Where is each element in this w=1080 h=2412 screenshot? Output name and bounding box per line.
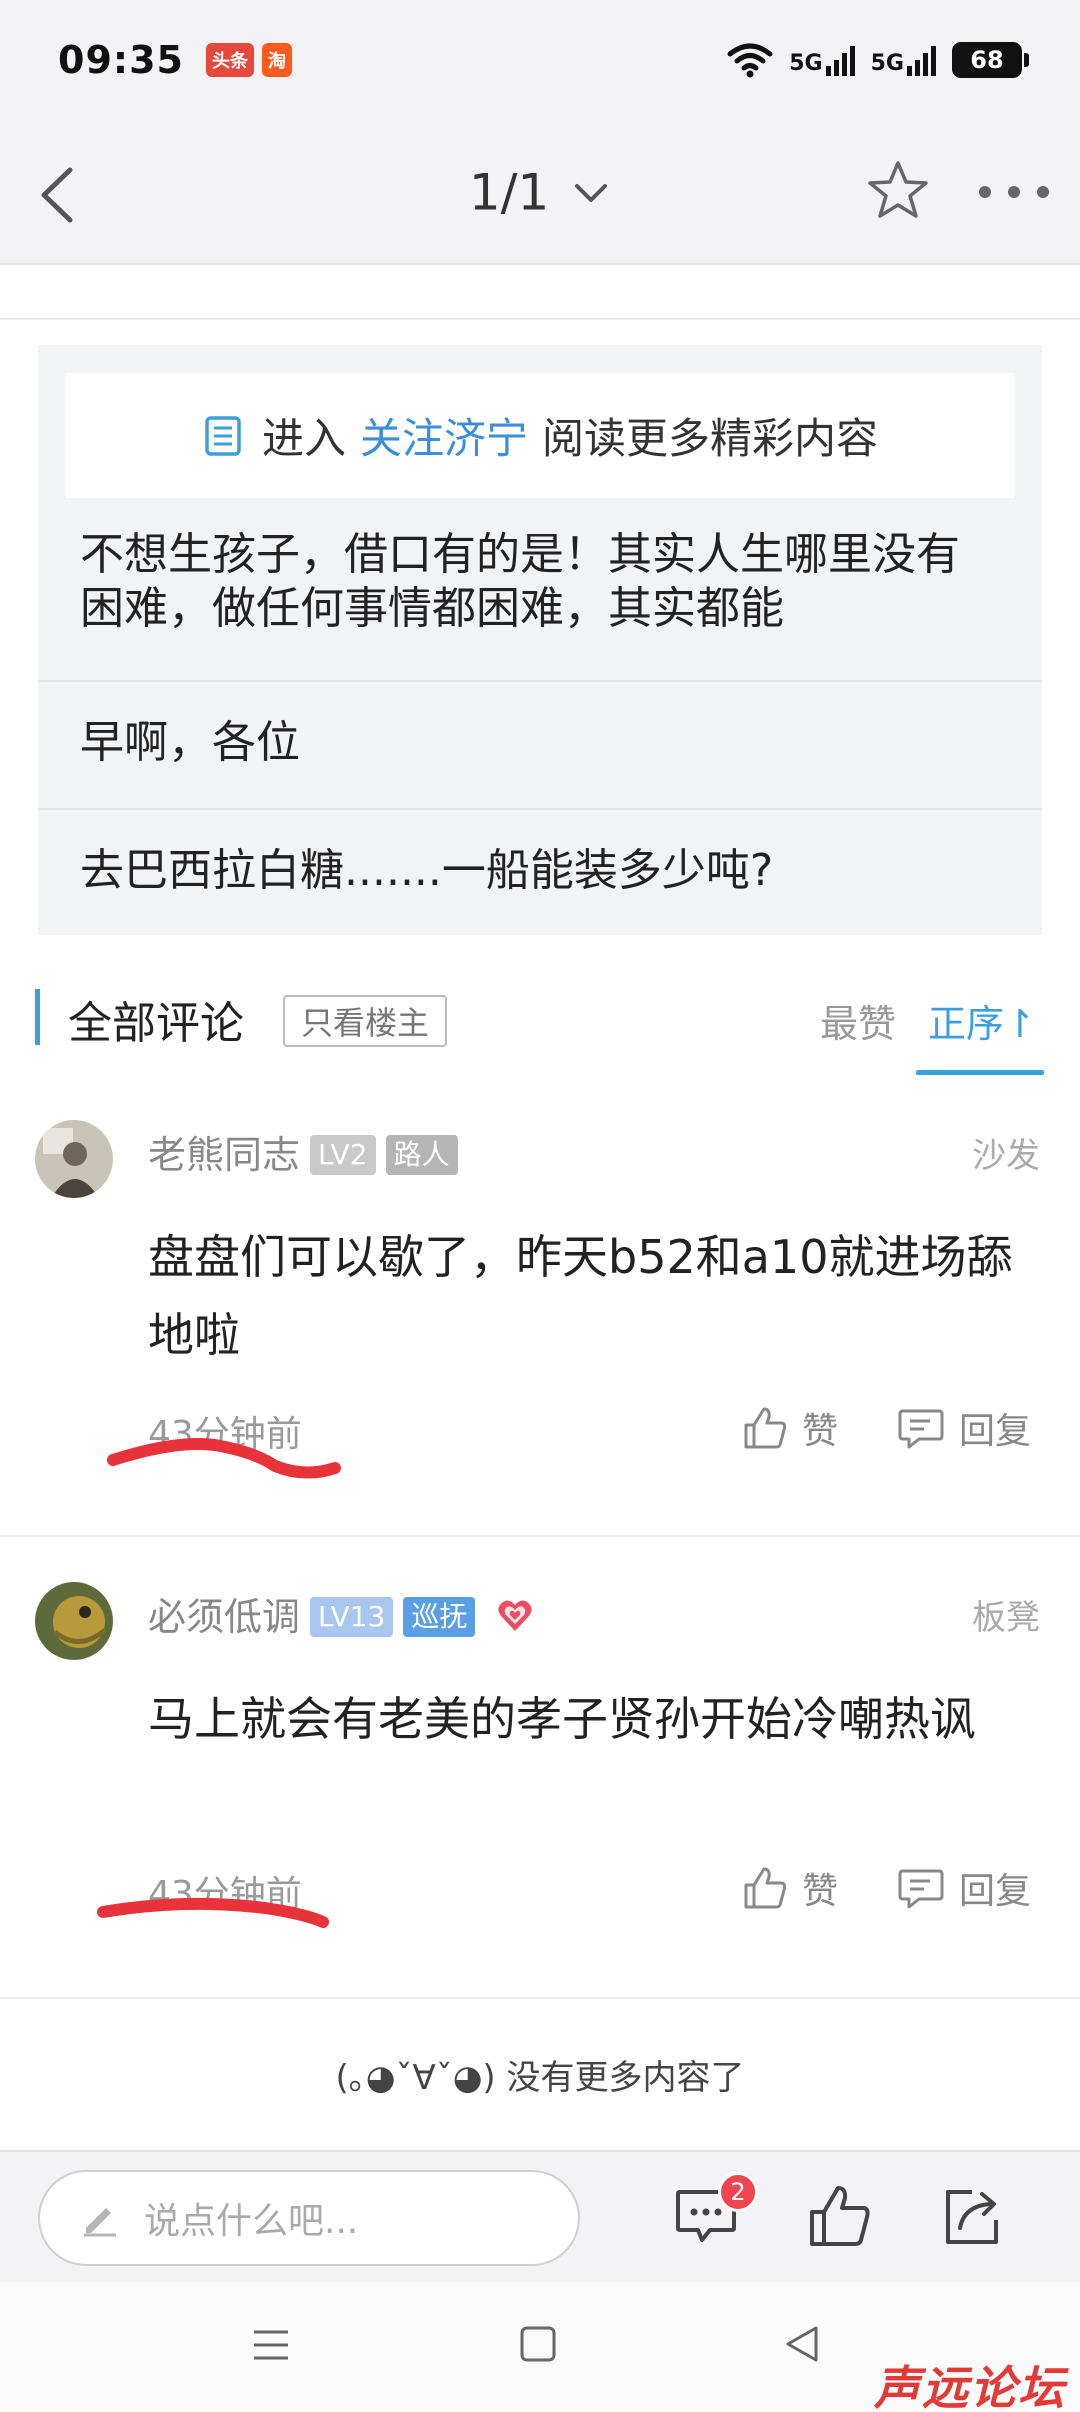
role-badge: 路人 <box>385 1135 458 1175</box>
forum-watermark: 声远论坛 <box>874 2361 1066 2412</box>
avatar[interactable] <box>35 1582 113 1660</box>
signal-2-label: 5G <box>870 51 904 76</box>
comments-title: 全部评论 <box>68 998 244 1049</box>
comments-header: 全部评论 只看楼主 最赞 正序↾ <box>0 975 1080 1075</box>
like-button[interactable]: 赞 <box>742 1402 838 1454</box>
more-dots-icon[interactable] <box>975 180 1053 204</box>
reply-icon <box>898 1869 944 1909</box>
role-badge: 巡抚 <box>403 1597 476 1637</box>
status-indicators: 5G 5G 68 <box>727 42 1029 78</box>
promo-forum-link[interactable]: 关注济宁 <box>360 405 528 466</box>
thumbs-up-icon <box>744 1867 787 1909</box>
status-time: 09:35 <box>58 38 184 82</box>
page-indicator: 1/1 <box>468 163 550 222</box>
comment-divider <box>0 1535 1080 1537</box>
reply-icon <box>898 1409 944 1449</box>
back-icon[interactable] <box>782 2324 822 2364</box>
end-of-list-message: (｡◕ˇ∀ˇ◕) 没有更多内容了 <box>335 2058 745 2098</box>
related-post-item[interactable]: 早啊，各位 <box>38 680 1042 808</box>
promo-banner[interactable]: 进入 关注济宁 阅读更多精彩内容 <box>65 373 1015 498</box>
like-label: 赞 <box>802 1411 839 1452</box>
comment-author[interactable]: 老熊同志 LV2 路人 <box>148 1124 458 1179</box>
document-icon <box>205 415 241 456</box>
promo-prefix: 进入 <box>261 414 346 463</box>
comment-divider <box>0 1997 1080 1999</box>
author-name[interactable]: 必须低调 <box>148 1595 300 1639</box>
top-nav-bar: 1/1 <box>0 120 1080 265</box>
op-only-button[interactable]: 只看楼主 <box>283 995 448 1047</box>
related-post-item[interactable]: 不想生孩子，借口有的是！其实人生哪里没有困难，做任何事情都困难，其实都能 <box>38 528 1042 656</box>
level-badge: LV2 <box>310 1135 376 1175</box>
reply-label: 回复 <box>959 1871 1032 1912</box>
promo-suffix: 阅读更多精彩内容 <box>542 414 879 463</box>
floor-label: 板凳 <box>972 1598 1040 1638</box>
home-icon[interactable] <box>518 2324 558 2364</box>
active-tab-underline <box>916 1070 1044 1075</box>
reply-button[interactable]: 回复 <box>897 1862 1031 1914</box>
like-label: 赞 <box>802 1871 839 1912</box>
related-posts: 进入 关注济宁 阅读更多精彩内容 不想生孩子，借口有的是！其实人生哪里没有困难，… <box>38 345 1042 935</box>
status-app-icons: 头条 淘 <box>205 43 292 77</box>
author-name[interactable]: 老熊同志 <box>148 1133 300 1177</box>
reply-button[interactable]: 回复 <box>897 1402 1031 1454</box>
level-badge: LV13 <box>310 1597 394 1637</box>
chevron-down-icon <box>575 183 608 202</box>
message-count-badge: 2 <box>718 2172 758 2212</box>
reply-label: 回复 <box>959 1411 1032 1452</box>
comment-item: 必须低调 LV13 巡抚 板凳 马上就会有老美的孝子贤孙开始冷嘲热讽 43分钟前 赞… <box>0 1582 1080 1997</box>
battery-icon: 68 <box>952 42 1029 78</box>
related-post-item[interactable]: 去巴西拉白糖.......一船能装多少吨? <box>38 808 1042 935</box>
comment-text: 盘盘们可以歇了，昨天b52和a10就进场舔地啦 <box>148 1230 1013 1362</box>
thumbs-up-icon <box>744 1407 787 1449</box>
comment-item: 老熊同志 LV2 路人 沙发 盘盘们可以歇了，昨天b52和a10就进场舔地啦 43分… <box>0 1120 1080 1535</box>
avatar[interactable] <box>35 1120 113 1198</box>
floor-label: 沙发 <box>972 1136 1040 1176</box>
wifi-icon <box>727 43 773 78</box>
signal-1-label: 5G <box>789 51 823 76</box>
sort-ascending-tab[interactable]: 正序↾ <box>928 993 1036 1048</box>
red-underline-mark <box>97 1897 329 1928</box>
toutiao-app-icon: 头条 <box>205 43 254 77</box>
like-button[interactable]: 赞 <box>742 1862 838 1914</box>
status-bar: 09:35 头条 淘 5G 5G 68 <box>0 0 1080 120</box>
thumbs-up-icon[interactable] <box>806 2182 874 2250</box>
bottom-action-bar: 说点什么吧... 2 <box>0 2150 1080 2282</box>
heart-badge-icon <box>498 1600 533 1631</box>
signal-1-icon: 5G <box>789 44 855 76</box>
star-icon[interactable] <box>865 158 931 224</box>
signal-2-icon: 5G <box>871 44 936 76</box>
comment-input[interactable]: 说点什么吧... <box>38 2170 580 2266</box>
pencil-icon <box>84 2208 116 2237</box>
content-gap <box>0 265 1080 320</box>
comment-text: 马上就会有老美的孝子贤孙开始冷嘲热讽 <box>148 1692 976 1746</box>
sort-most-liked-tab[interactable]: 最赞 <box>820 993 896 1048</box>
section-accent-bar <box>35 989 40 1045</box>
menu-icon[interactable] <box>250 2324 292 2366</box>
comment-author[interactable]: 必须低调 LV13 巡抚 <box>148 1586 535 1641</box>
taobao-app-icon: 淘 <box>261 43 292 77</box>
comment-input-placeholder: 说点什么吧... <box>144 2201 359 2242</box>
red-underline-mark <box>107 1438 341 1479</box>
share-icon[interactable] <box>938 2182 1006 2250</box>
